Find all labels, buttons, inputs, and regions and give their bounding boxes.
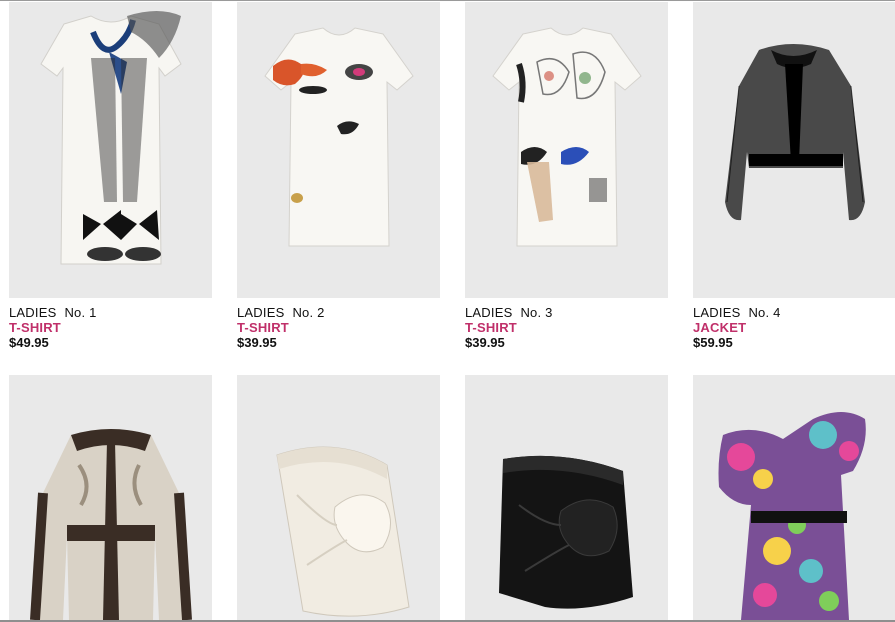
product-image-fur-jacket[interactable] [9, 375, 212, 620]
product-price: $39.95 [465, 335, 505, 350]
product-price: $49.95 [9, 335, 49, 350]
product-dept: LADIES [237, 305, 285, 320]
product-dept-and-number: LADIES No. 2 [237, 305, 457, 320]
product-image-tshirt-stockings[interactable] [9, 2, 212, 298]
product-image-tshirt-face[interactable] [237, 2, 440, 298]
product-dept: LADIES [465, 305, 513, 320]
product-number: No. 4 [748, 305, 781, 320]
product-dept: LADIES [693, 305, 741, 320]
product-category-link[interactable]: T-SHIRT [9, 320, 229, 335]
product-price: $59.95 [693, 335, 733, 350]
product-number: No. 1 [64, 305, 97, 320]
product-category-link[interactable]: T-SHIRT [465, 320, 685, 335]
product-image-sheer-jacket[interactable] [693, 2, 895, 298]
product-number: No. 2 [292, 305, 325, 320]
product-image-black-skirt[interactable] [465, 375, 668, 620]
product-category-link[interactable]: JACKET [693, 320, 895, 335]
product-image-white-skirt[interactable] [237, 375, 440, 620]
top-divider [0, 0, 895, 1]
product-number: No. 3 [520, 305, 553, 320]
product-image-floral-dress[interactable] [693, 375, 895, 620]
product-dept-and-number: LADIES No. 4 [693, 305, 895, 320]
product-dept: LADIES [9, 305, 57, 320]
product-dept-and-number: LADIES No. 1 [9, 305, 229, 320]
product-category-link[interactable]: T-SHIRT [237, 320, 457, 335]
product-image-tshirt-sketch[interactable] [465, 2, 668, 298]
product-price: $39.95 [237, 335, 277, 350]
product-dept-and-number: LADIES No. 3 [465, 305, 685, 320]
